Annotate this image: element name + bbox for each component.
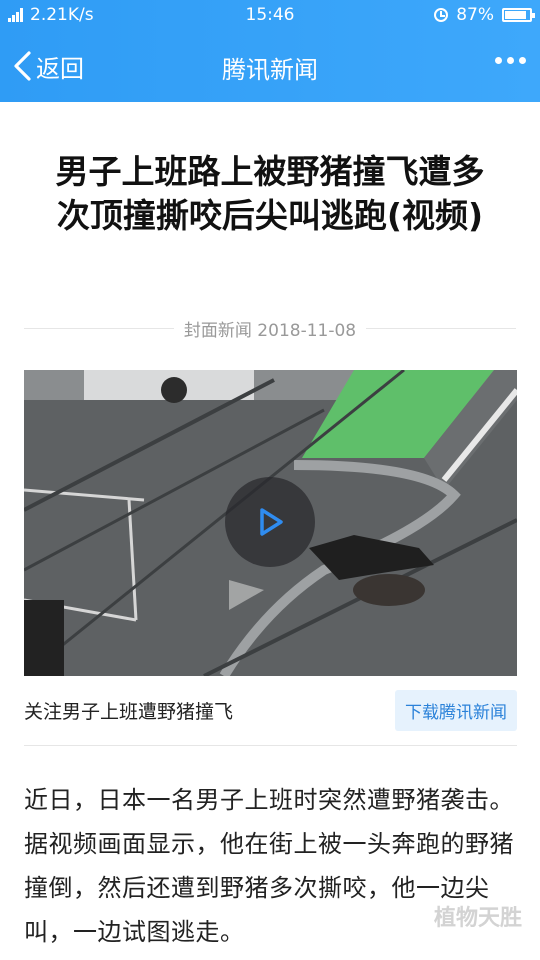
more-icon [490, 57, 526, 64]
back-label: 返回 [36, 54, 84, 83]
article-title: 男子上班路上被野猪撞飞遭多次顶撞撕咬后尖叫逃跑(视频) [55, 152, 485, 235]
download-app-button[interactable]: 下载腾讯新闻 [395, 689, 517, 731]
divider-left [24, 328, 174, 329]
app-header: 2.21K/s 15:46 87% 返回 腾讯新闻 [0, 0, 540, 102]
more-menu-button[interactable] [490, 57, 526, 64]
video-caption-row: 关注男子上班遭野猪撞飞 下载腾讯新闻 [24, 689, 517, 731]
watermark: 植物天胜 [433, 906, 522, 931]
alarm-icon [434, 8, 449, 22]
status-right: 87% [434, 0, 535, 30]
divider-right [366, 328, 517, 329]
back-button[interactable]: 返回 [12, 46, 84, 86]
battery-icon [502, 8, 535, 22]
nav-bar: 返回 腾讯新闻 [0, 30, 540, 102]
video-player[interactable] [24, 370, 517, 676]
content-divider [24, 745, 517, 746]
video-caption: 关注男子上班遭野猪撞飞 [24, 700, 234, 723]
play-button[interactable] [225, 477, 315, 567]
play-icon [260, 508, 283, 536]
article-meta: 封面新闻 2018-11-08 [24, 316, 517, 341]
status-bar: 2.21K/s 15:46 87% [0, 0, 540, 30]
battery-percent: 87% [456, 5, 494, 25]
chevron-left-icon [14, 51, 31, 81]
source-date: 封面新闻 2018-11-08 [183, 321, 357, 341]
